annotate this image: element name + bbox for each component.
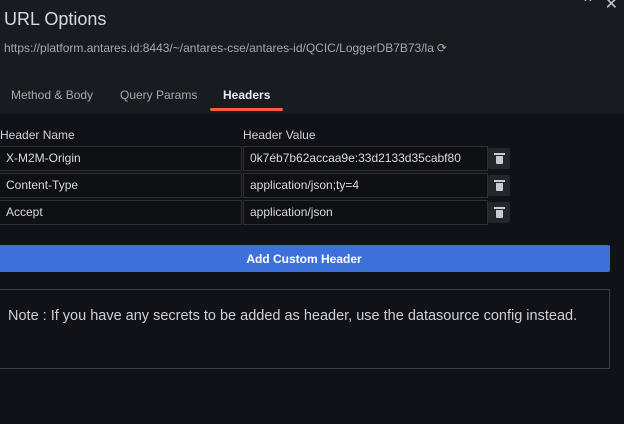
header-value-input[interactable]: 0k7éb7b62accaa9e:33d2133d35cabf80: [243, 146, 488, 171]
chevron-up-icon[interactable]: ⌃: [581, 0, 594, 14]
table-row: X-M2M-Origin 0k7éb7b62accaa9e:33d2133d35…: [0, 146, 520, 171]
active-tab-indicator: [210, 108, 283, 111]
secrets-note: Note : If you have any secrets to be add…: [0, 289, 610, 369]
url-text: https://platform.antares.id:8443/~/antar…: [4, 41, 434, 55]
close-icon[interactable]: ✕: [605, 0, 618, 14]
table-row: Accept application/json: [0, 200, 520, 225]
header-value-input[interactable]: application/json;ty=4: [243, 173, 488, 198]
delete-header-button[interactable]: [488, 175, 510, 196]
add-custom-header-button[interactable]: Add Custom Header: [0, 245, 610, 272]
refresh-icon[interactable]: ⟳: [437, 41, 447, 55]
header-value-input[interactable]: application/json: [243, 200, 488, 225]
delete-header-button[interactable]: [488, 202, 510, 223]
tab-method-body[interactable]: Method & Body: [11, 82, 93, 112]
tab-query-params[interactable]: Query Params: [120, 82, 197, 112]
column-header-name: Header Name: [0, 128, 75, 142]
header-name-input[interactable]: X-M2M-Origin: [0, 146, 242, 171]
page-title: URL Options: [4, 9, 107, 29]
trash-icon: [493, 152, 505, 164]
window-controls: ⌃ ✕: [571, 0, 618, 14]
header-name-input[interactable]: Content-Type: [0, 173, 242, 198]
header-panel: URL Options ⌃ ✕ https://platform.antares.…: [0, 0, 624, 114]
url-display: https://platform.antares.id:8443/~/antar…: [4, 41, 447, 55]
trash-icon: [493, 179, 505, 191]
column-header-value: Header Value: [243, 128, 316, 142]
trash-icon: [493, 206, 505, 218]
header-name-input[interactable]: Accept: [0, 200, 242, 225]
delete-header-button[interactable]: [488, 148, 510, 169]
table-row: Content-Type application/json;ty=4: [0, 173, 520, 198]
